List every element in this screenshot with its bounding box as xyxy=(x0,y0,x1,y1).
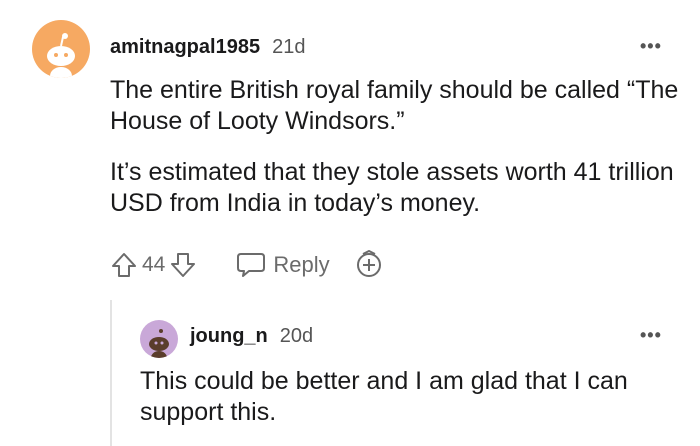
speech-bubble-icon xyxy=(237,253,266,277)
snoo-avatar-icon xyxy=(149,329,169,358)
thread-line[interactable] xyxy=(110,300,112,446)
reply-button[interactable]: Reply xyxy=(235,250,330,280)
reply-more-options-button[interactable]: ••• xyxy=(640,325,662,346)
reply-label: Reply xyxy=(273,252,330,277)
upvote-arrow-icon xyxy=(112,253,136,277)
avatar[interactable] xyxy=(32,20,90,78)
downvote-button[interactable] xyxy=(169,251,197,279)
reply-text: This could be better and I am glad that … xyxy=(140,367,628,426)
comment-action-bar: 44 Reply xyxy=(110,248,384,282)
reply-header: joung_n 20d xyxy=(190,325,313,348)
downvote-arrow-icon xyxy=(171,253,196,277)
snoo-avatar-icon xyxy=(47,33,75,78)
reply-username[interactable]: joung_n xyxy=(190,325,268,348)
vote-count: 44 xyxy=(142,253,166,276)
award-plus-icon xyxy=(356,250,381,277)
reply-timestamp: 20d xyxy=(279,325,314,347)
award-button[interactable] xyxy=(354,250,384,280)
comment-timestamp: 21d xyxy=(272,36,306,58)
ellipsis-icon: ••• xyxy=(640,325,662,345)
comment-paragraph-2: It’s estimated that they stole assets wo… xyxy=(110,158,674,217)
comment-username[interactable]: amitnagpal1985 xyxy=(110,36,260,59)
comment-header: amitnagpal1985 21d xyxy=(110,36,305,59)
ellipsis-icon: ••• xyxy=(640,36,662,56)
comment-paragraph-1: The entire British royal family should b… xyxy=(110,76,679,135)
upvote-button[interactable] xyxy=(110,251,138,279)
reply-avatar[interactable] xyxy=(140,320,178,358)
more-options-button[interactable]: ••• xyxy=(640,36,662,57)
